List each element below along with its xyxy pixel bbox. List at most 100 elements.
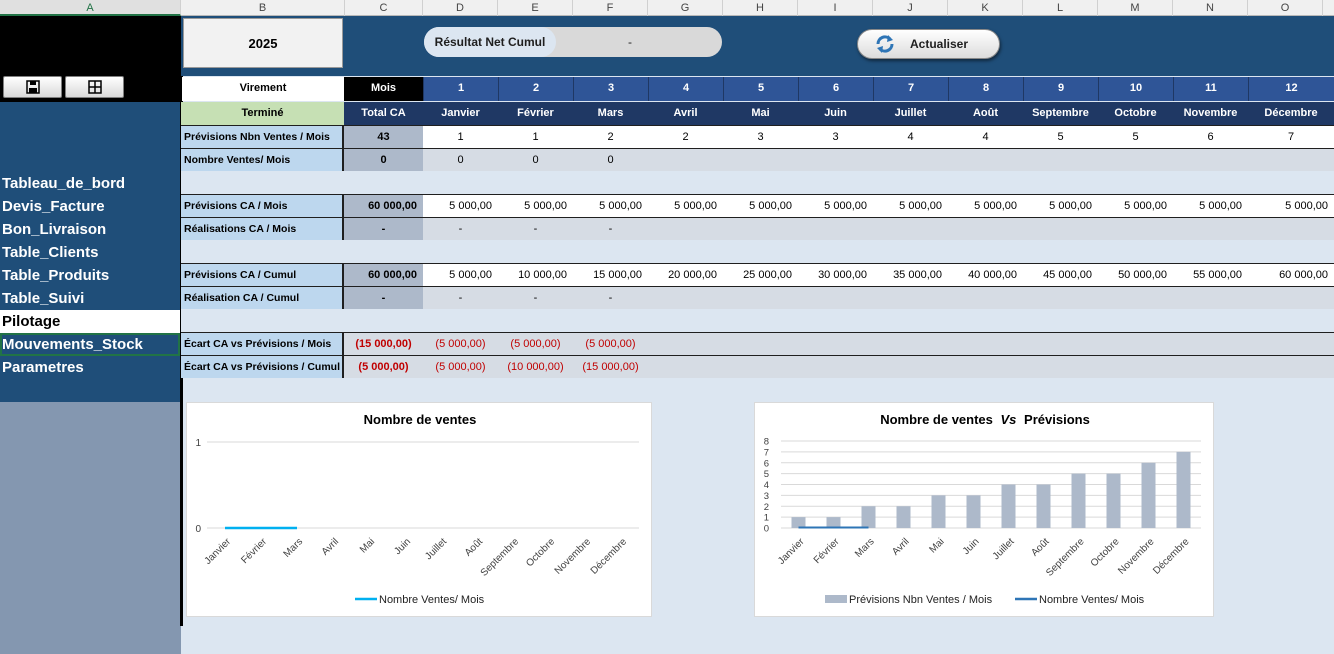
chart-ventes-vs-previsions[interactable]: Nombre de ventes Vs Prévisions 012345678… — [754, 402, 1214, 617]
month-number-5[interactable]: 5 — [723, 77, 798, 101]
mois-header[interactable]: Mois — [344, 77, 423, 101]
cell-6-2[interactable]: - — [498, 286, 573, 309]
cell-8-2[interactable]: (10 000,00) — [498, 355, 573, 378]
termine-cell[interactable]: Terminé — [181, 102, 344, 125]
cell-3-10[interactable]: 5 000,00 — [1098, 194, 1173, 217]
row-label[interactable]: Prévisions CA / Cumul — [181, 263, 344, 286]
cell-5-11[interactable]: 55 000,00 — [1173, 263, 1248, 286]
cell-3-3[interactable]: 5 000,00 — [573, 194, 648, 217]
month-number-11[interactable]: 11 — [1173, 77, 1248, 101]
cell-6-5[interactable] — [723, 286, 798, 309]
row-total[interactable]: 43 — [344, 125, 423, 148]
nav-item-mouvements-stock[interactable]: Mouvements_Stock — [0, 333, 180, 356]
month-header-5[interactable]: Mai — [723, 102, 798, 125]
cell-6-6[interactable] — [798, 286, 873, 309]
cell-3-1[interactable]: 5 000,00 — [423, 194, 498, 217]
cell-1-5[interactable]: 3 — [723, 125, 798, 148]
cell-7-11[interactable] — [1173, 332, 1248, 355]
cell-4-5[interactable] — [723, 217, 798, 240]
row-total[interactable]: - — [344, 286, 423, 309]
nav-item-parametres[interactable]: Parametres — [0, 356, 180, 379]
cell-5-7[interactable]: 35 000,00 — [873, 263, 948, 286]
month-header-12[interactable]: Décembre — [1248, 102, 1334, 125]
virement-cell[interactable]: Virement — [181, 77, 344, 101]
cell-1-2[interactable]: 1 — [498, 125, 573, 148]
cell-1-8[interactable]: 4 — [948, 125, 1023, 148]
year-cell[interactable]: 2025 — [183, 18, 343, 68]
cell-1-3[interactable]: 2 — [573, 125, 648, 148]
column-header-f[interactable]: F — [573, 0, 648, 16]
cell-6-10[interactable] — [1098, 286, 1173, 309]
save-button[interactable] — [3, 76, 62, 98]
cell-2-5[interactable] — [723, 148, 798, 171]
column-header-i[interactable]: I — [798, 0, 873, 16]
cell-1-10[interactable]: 5 — [1098, 125, 1173, 148]
cell-2-1[interactable]: 0 — [423, 148, 498, 171]
cell-2-10[interactable] — [1098, 148, 1173, 171]
cell-5-10[interactable]: 50 000,00 — [1098, 263, 1173, 286]
row-label[interactable]: Réalisation CA / Cumul — [181, 286, 344, 309]
cell-6-4[interactable] — [648, 286, 723, 309]
cell-1-9[interactable]: 5 — [1023, 125, 1098, 148]
month-header-9[interactable]: Septembre — [1023, 102, 1098, 125]
column-header-h[interactable]: H — [723, 0, 798, 16]
cell-2-9[interactable] — [1023, 148, 1098, 171]
cell-3-11[interactable]: 5 000,00 — [1173, 194, 1248, 217]
row-label[interactable]: Écart CA vs Prévisions / Mois — [181, 332, 344, 355]
month-number-8[interactable]: 8 — [948, 77, 1023, 101]
cell-5-2[interactable]: 10 000,00 — [498, 263, 573, 286]
cell-8-9[interactable] — [1023, 355, 1098, 378]
cell-5-12[interactable]: 60 000,00 — [1248, 263, 1334, 286]
month-header-7[interactable]: Juillet — [873, 102, 948, 125]
cell-8-4[interactable] — [648, 355, 723, 378]
row-total[interactable]: 60 000,00 — [344, 194, 423, 217]
cell-7-10[interactable] — [1098, 332, 1173, 355]
column-header-e[interactable]: E — [498, 0, 573, 16]
column-header-l[interactable]: L — [1023, 0, 1098, 16]
column-header-g[interactable]: G — [648, 0, 723, 16]
cell-3-12[interactable]: 5 000,00 — [1248, 194, 1334, 217]
row-label[interactable]: Écart CA vs Prévisions / Cumul — [181, 355, 344, 378]
month-number-3[interactable]: 3 — [573, 77, 648, 101]
month-header-4[interactable]: Avril — [648, 102, 723, 125]
cell-4-1[interactable]: - — [423, 217, 498, 240]
row-total[interactable]: - — [344, 217, 423, 240]
nav-item-bon-livraison[interactable]: Bon_Livraison — [0, 218, 180, 241]
month-header-3[interactable]: Mars — [573, 102, 648, 125]
cell-3-7[interactable]: 5 000,00 — [873, 194, 948, 217]
row-label[interactable]: Prévisions Nbn Ventes / Mois — [181, 125, 344, 148]
cell-7-5[interactable] — [723, 332, 798, 355]
cell-4-7[interactable] — [873, 217, 948, 240]
nav-item-table-produits[interactable]: Table_Produits — [0, 264, 180, 287]
cell-4-9[interactable] — [1023, 217, 1098, 240]
row-total[interactable]: 60 000,00 — [344, 263, 423, 286]
cell-8-5[interactable] — [723, 355, 798, 378]
nav-item-table-clients[interactable]: Table_Clients — [0, 241, 180, 264]
cell-7-3[interactable]: (5 000,00) — [573, 332, 648, 355]
cell-5-9[interactable]: 45 000,00 — [1023, 263, 1098, 286]
month-header-10[interactable]: Octobre — [1098, 102, 1173, 125]
column-header-n[interactable]: N — [1173, 0, 1248, 16]
cell-7-6[interactable] — [798, 332, 873, 355]
cell-2-2[interactable]: 0 — [498, 148, 573, 171]
month-number-12[interactable]: 12 — [1248, 77, 1334, 101]
row-label[interactable]: Prévisions CA / Mois — [181, 194, 344, 217]
cell-7-7[interactable] — [873, 332, 948, 355]
cell-7-4[interactable] — [648, 332, 723, 355]
cell-8-8[interactable] — [948, 355, 1023, 378]
cell-3-5[interactable]: 5 000,00 — [723, 194, 798, 217]
column-header-j[interactable]: J — [873, 0, 948, 16]
cell-7-12[interactable] — [1248, 332, 1334, 355]
cell-3-8[interactable]: 5 000,00 — [948, 194, 1023, 217]
cell-8-3[interactable]: (15 000,00) — [573, 355, 648, 378]
cell-4-3[interactable]: - — [573, 217, 648, 240]
cell-5-6[interactable]: 30 000,00 — [798, 263, 873, 286]
month-header-11[interactable]: Novembre — [1173, 102, 1248, 125]
cell-2-6[interactable] — [798, 148, 873, 171]
row-label[interactable]: Nombre Ventes/ Mois — [181, 148, 344, 171]
cell-5-1[interactable]: 5 000,00 — [423, 263, 498, 286]
cell-6-1[interactable]: - — [423, 286, 498, 309]
column-header-m[interactable]: M — [1098, 0, 1173, 16]
cell-6-7[interactable] — [873, 286, 948, 309]
cell-4-4[interactable] — [648, 217, 723, 240]
